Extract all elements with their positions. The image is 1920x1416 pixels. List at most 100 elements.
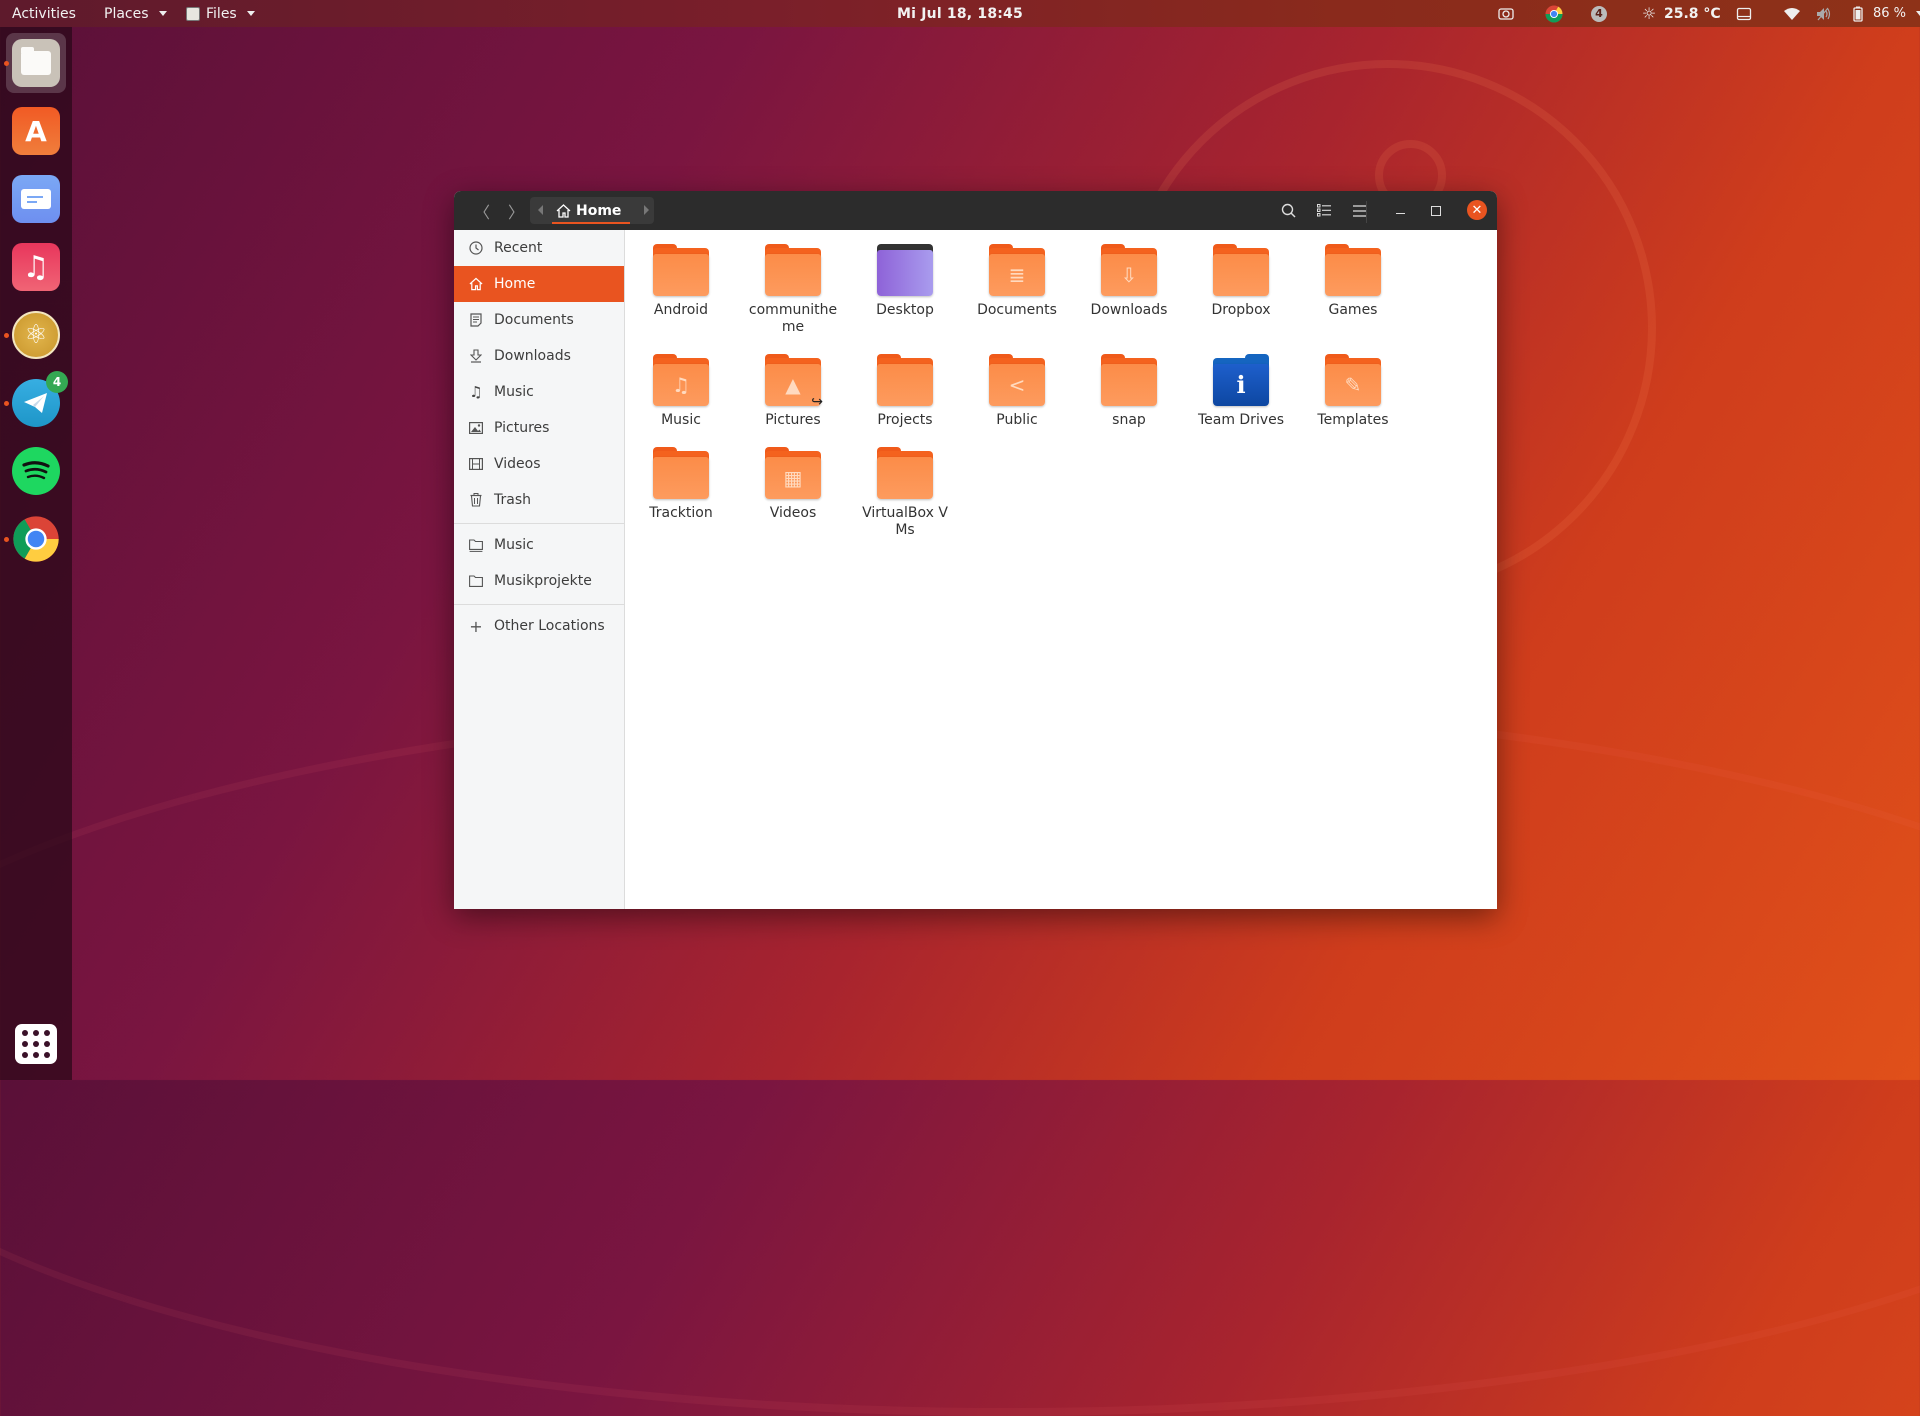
- picture-icon: [468, 420, 484, 436]
- sidebar-item-documents[interactable]: Documents: [454, 302, 624, 338]
- dock-item-files[interactable]: [6, 33, 66, 93]
- music-icon: ♫: [469, 383, 483, 401]
- desktop-folder-icon: [877, 244, 933, 296]
- sidebar-bookmark-music[interactable]: Music: [454, 527, 624, 563]
- clock-button[interactable]: Mi Jul 18, 18:45: [897, 0, 1023, 27]
- back-button[interactable]: 〈: [466, 191, 498, 230]
- file-item[interactable]: ▦ Videos: [737, 447, 849, 522]
- places-label: Places: [104, 5, 149, 22]
- sidebar-item-label: Home: [494, 276, 536, 292]
- file-view: Android communitheme Desktop ≣ Documents ⇩ Dow…: [625, 230, 1497, 909]
- sidebar-item-home[interactable]: Home: [454, 266, 624, 302]
- folder-emblem-icon: ⇩: [1101, 254, 1157, 296]
- dock-item-music[interactable]: ♫: [6, 237, 66, 297]
- trash-icon: [468, 492, 484, 508]
- file-item[interactable]: Dropbox: [1185, 244, 1297, 319]
- dock-item-spotify[interactable]: [6, 441, 66, 501]
- show-applications-button[interactable]: [15, 1024, 57, 1064]
- dock-item-chrome[interactable]: [6, 509, 66, 569]
- file-item[interactable]: ⇩ Downloads: [1073, 244, 1185, 319]
- notification-indicator[interactable]: 4: [1591, 0, 1607, 27]
- folder-icon: [1101, 354, 1157, 406]
- wifi-icon: [1783, 5, 1801, 23]
- folder-emblem-icon: <: [989, 364, 1045, 406]
- file-name: Games: [1328, 302, 1378, 318]
- sidebar-item-music[interactable]: ♫ Music: [454, 374, 624, 410]
- screenshot-indicator[interactable]: [1497, 0, 1515, 27]
- folder-emblem-icon: ♫: [653, 364, 709, 406]
- close-button[interactable]: ✕: [1467, 200, 1487, 220]
- battery-percent-label: 86 %: [1873, 6, 1907, 21]
- minimize-button[interactable]: [1384, 191, 1416, 230]
- folder-icon: [1213, 244, 1269, 296]
- menu-button[interactable]: [1344, 191, 1376, 230]
- file-item[interactable]: Android: [625, 244, 737, 319]
- running-indicator: [4, 333, 9, 338]
- display-icon: [1735, 5, 1753, 23]
- path-scroll-right-icon[interactable]: [644, 205, 649, 215]
- file-name: Documents: [977, 302, 1057, 318]
- chevron-down-icon: [1916, 11, 1920, 16]
- file-name: Team Drives: [1197, 412, 1285, 428]
- file-item[interactable]: VirtualBox VMs: [849, 447, 961, 539]
- sidebar-item-recent[interactable]: Recent: [454, 230, 624, 266]
- sidebar-item-label: Videos: [494, 456, 541, 472]
- file-item[interactable]: snap: [1073, 354, 1185, 429]
- sidebar-item-videos[interactable]: Videos: [454, 446, 624, 482]
- system-menu[interactable]: 86 %: [1783, 0, 1920, 27]
- file-item[interactable]: < Public: [961, 354, 1073, 429]
- dock-item-telegram[interactable]: 4: [6, 371, 68, 433]
- path-item-home[interactable]: Home: [556, 197, 621, 224]
- running-indicator: [4, 401, 9, 406]
- running-indicator: [4, 61, 9, 66]
- display-indicator[interactable]: [1735, 0, 1753, 27]
- sidebar-item-pictures[interactable]: Pictures: [454, 410, 624, 446]
- folder-icon: ♫: [653, 354, 709, 406]
- unread-badge: 4: [46, 371, 68, 393]
- file-item[interactable]: Projects: [849, 354, 961, 429]
- files-app-menu[interactable]: Files: [186, 0, 255, 27]
- path-active-indicator: [552, 222, 630, 224]
- activities-label: Activities: [12, 5, 76, 22]
- files-window: 〈 〉 Home ✕ Recent Home Documents Downloa…: [454, 191, 1497, 909]
- maximize-button[interactable]: [1420, 191, 1452, 230]
- file-item[interactable]: Desktop: [849, 244, 961, 319]
- dock-item-ubuntu-software[interactable]: A: [6, 101, 66, 161]
- activities-button[interactable]: Activities: [12, 0, 76, 27]
- view-toggle-button[interactable]: [1308, 191, 1340, 230]
- path-scroll-left-icon[interactable]: [538, 205, 543, 215]
- folder-icon: ▦: [765, 447, 821, 499]
- file-item[interactable]: ✎ Templates: [1297, 354, 1409, 429]
- sidebar-item-label: Other Locations: [494, 618, 605, 634]
- places-menu[interactable]: Places: [104, 0, 167, 27]
- list-view-icon: [1317, 204, 1331, 217]
- file-item[interactable]: ℹ Team Drives: [1185, 354, 1297, 429]
- sidebar-item-trash[interactable]: Trash: [454, 482, 624, 518]
- sidebar-bookmark-musikprojekte[interactable]: Musikprojekte: [454, 563, 624, 599]
- file-item[interactable]: Tracktion: [625, 447, 737, 522]
- sidebar-item-other-locations[interactable]: + Other Locations: [454, 608, 624, 644]
- spotify-icon: [12, 447, 60, 495]
- weather-indicator[interactable]: ☼ 25.8 °C: [1640, 0, 1721, 27]
- file-name: Videos: [769, 505, 817, 521]
- sidebar-divider: [454, 604, 624, 605]
- battery-icon: [1849, 5, 1867, 23]
- search-button[interactable]: [1272, 191, 1304, 230]
- file-item[interactable]: Games: [1297, 244, 1409, 319]
- temperature-label: 25.8 °C: [1664, 5, 1721, 22]
- download-icon: [468, 348, 484, 364]
- file-item[interactable]: ▲ ↪ Pictures: [737, 354, 849, 429]
- file-item[interactable]: ≣ Documents: [961, 244, 1073, 319]
- forward-button[interactable]: 〉: [500, 191, 532, 230]
- file-item[interactable]: ♫ Music: [625, 354, 737, 429]
- dock-item-mail[interactable]: [6, 169, 66, 229]
- sidebar-item-label: Pictures: [494, 420, 550, 436]
- document-icon: [468, 312, 484, 328]
- folder-icon: [1325, 244, 1381, 296]
- header-separator: [1366, 201, 1367, 223]
- file-item[interactable]: communitheme: [737, 244, 849, 336]
- file-name: communitheme: [748, 302, 838, 335]
- sidebar-item-downloads[interactable]: Downloads: [454, 338, 624, 374]
- chrome-indicator[interactable]: [1545, 0, 1563, 27]
- dock-item-atom[interactable]: ⚛: [6, 305, 66, 365]
